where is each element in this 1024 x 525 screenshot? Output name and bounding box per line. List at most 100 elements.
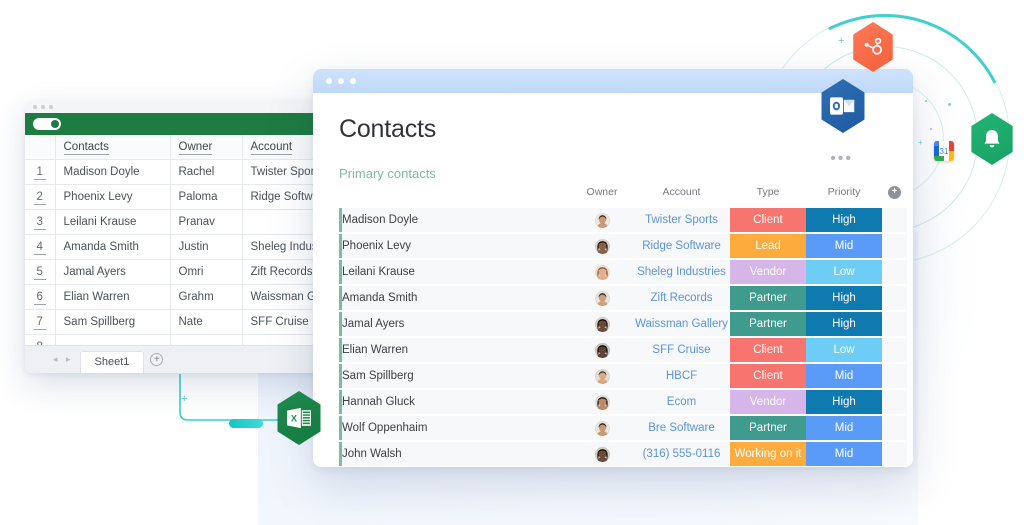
cell-priority[interactable]: High [806,312,882,336]
excel-row-number[interactable]: 7 [25,309,56,335]
excel-cell-contact[interactable]: Sam Spillberg [55,309,171,335]
cell-priority[interactable]: Mid [806,234,882,258]
table-row[interactable]: Phoenix Levy Ridge Software Lead Mid [339,234,907,258]
overflow-menu-icon[interactable]: ••• [830,151,853,167]
excel-row-number[interactable]: 5 [25,259,56,285]
excel-row-number[interactable]: 3 [25,209,56,235]
excel-row[interactable]: 5 Jamal Ayers Omri Zift Records [25,259,340,285]
cell-owner[interactable] [571,260,633,284]
excel-row[interactable]: 2 Phoenix Levy Paloma Ridge Softwa [25,184,340,210]
cell-account[interactable]: HBCF [633,364,730,388]
cell-type[interactable]: Partner [730,286,806,310]
cell-account[interactable]: Zift Records [633,286,730,310]
cell-contact-name[interactable]: Wolf Oppenhaim [339,416,571,440]
table-row[interactable]: Wolf Oppenhaim Bre Software Partner Mid [339,416,907,440]
cell-owner[interactable] [571,208,633,232]
cell-type[interactable]: Client [730,208,806,232]
cell-priority[interactable]: Mid [806,416,882,440]
excel-cell-owner[interactable]: Grahm [170,284,243,310]
cell-owner[interactable] [571,390,633,414]
cell-priority[interactable]: High [806,286,882,310]
cell-priority[interactable]: Low [806,338,882,362]
excel-cell-contact[interactable]: Jamal Ayers [55,259,171,285]
cell-priority[interactable]: Low [806,260,882,284]
col-header-account[interactable]: Account [633,183,730,206]
excel-row[interactable]: 7 Sam Spillberg Nate SFF Cruise [25,309,340,335]
table-row[interactable]: Elian Warren SFF Cruise Client Low [339,338,907,362]
excel-cell-contact[interactable]: Leilani Krause [55,209,171,235]
excel-row[interactable]: 6 Elian Warren Grahm Waissman G [25,284,340,310]
excel-cell-owner[interactable]: Pranav [170,209,243,235]
ribbon-toggle[interactable] [33,118,61,130]
excel-cell-contact[interactable]: Madison Doyle [55,159,171,185]
contacts-table[interactable]: Owner Account Type Priority + Madison Do… [339,181,907,467]
table-row[interactable]: John Walsh (316) 555-0116 Working on it Mid [339,442,907,466]
excel-row[interactable]: 3 Leilani Krause Pranav [25,209,340,235]
table-row[interactable]: Amanda Smith Zift Records Partner High [339,286,907,310]
excel-cell-contact[interactable]: Phoenix Levy [55,184,171,210]
cell-owner[interactable] [571,234,633,258]
excel-cell-owner[interactable]: Nate [170,309,243,335]
table-row[interactable]: Leilani Krause Sheleg Industries Vendor Low [339,260,907,284]
table-row[interactable]: Sam Spillberg HBCF Client Mid [339,364,907,388]
cell-account[interactable]: SFF Cruise [633,338,730,362]
cell-owner[interactable] [571,338,633,362]
excel-corner-cell[interactable] [25,135,56,160]
group-label[interactable]: Primary contacts [339,166,887,181]
excel-cell-owner[interactable]: Paloma [170,184,243,210]
cell-contact-name[interactable]: Elian Warren [339,338,571,362]
cell-account[interactable]: Twister Sports [633,208,730,232]
cell-type[interactable]: Client [730,364,806,388]
excel-spreadsheet-window[interactable]: Contacts Owner Account 1 Madison Doyle Rac… [25,101,340,373]
col-header-owner[interactable]: Owner [571,183,633,206]
cell-contact-name[interactable]: Jamal Ayers [339,312,571,336]
excel-col-header-contacts[interactable]: Contacts [55,135,171,160]
google-calendar-icon[interactable]: 31 [934,141,954,161]
cell-type[interactable]: Partner [730,312,806,336]
cell-owner[interactable] [571,312,633,336]
excel-cell-owner[interactable]: Omri [170,259,243,285]
cell-priority[interactable]: High [806,208,882,232]
cell-type[interactable]: Client [730,338,806,362]
cell-type[interactable]: Lead [730,234,806,258]
excel-grid[interactable]: Contacts Owner Account 1 Madison Doyle Rac… [25,135,340,360]
excel-cell-owner[interactable]: Rachel [170,159,243,185]
cell-account[interactable]: Bre Software [633,416,730,440]
cell-type[interactable]: Working on it [730,442,806,466]
col-header-type[interactable]: Type [730,183,806,206]
contacts-window[interactable]: Contacts ••• Primary contacts Owner Acco… [313,69,913,467]
cell-contact-name[interactable]: Hannah Gluck [339,390,571,414]
excel-row-number[interactable]: 2 [25,184,56,210]
cell-contact-name[interactable]: John Walsh [339,442,571,466]
table-row[interactable]: Madison Doyle Twister Sports Client High [339,208,907,232]
excel-row-number[interactable]: 6 [25,284,56,310]
add-column-button[interactable]: + [882,183,907,206]
cell-contact-name[interactable]: Leilani Krause [339,260,571,284]
cell-account[interactable]: Ecom [633,390,730,414]
cell-account[interactable]: (316) 555-0116 [633,442,730,466]
excel-row[interactable]: 4 Amanda Smith Justin Sheleg Indus [25,234,340,260]
excel-row[interactable]: 1 Madison Doyle Rachel Twister Spor [25,159,340,185]
cell-account[interactable]: Ridge Software [633,234,730,258]
cell-priority[interactable]: Mid [806,364,882,388]
cell-account[interactable]: Sheleg Industries [633,260,730,284]
table-row[interactable]: Jamal Ayers Waissman Gallery Partner High [339,312,907,336]
excel-cell-contact[interactable]: Amanda Smith [55,234,171,260]
cell-contact-name[interactable]: Sam Spillberg [339,364,571,388]
sheet-nav-arrows[interactable]: ◂ ▸ [53,354,74,365]
cell-priority[interactable]: High [806,390,882,414]
cell-type[interactable]: Partner [730,416,806,440]
sheet-tab-sheet1[interactable]: Sheet1 [79,350,145,373]
cell-owner[interactable] [571,364,633,388]
excel-row-number[interactable]: 4 [25,234,56,260]
excel-row-number[interactable]: 1 [25,159,56,185]
table-row[interactable]: Hannah Gluck Ecom Vendor High [339,390,907,414]
cell-type[interactable]: Vendor [730,260,806,284]
excel-cell-contact[interactable]: Elian Warren [55,284,171,310]
cell-owner[interactable] [571,442,633,466]
cell-account[interactable]: Waissman Gallery [633,312,730,336]
excel-col-header-owner[interactable]: Owner [170,135,243,160]
cell-owner[interactable] [571,416,633,440]
col-header-priority[interactable]: Priority [806,183,882,206]
cell-type[interactable]: Vendor [730,390,806,414]
